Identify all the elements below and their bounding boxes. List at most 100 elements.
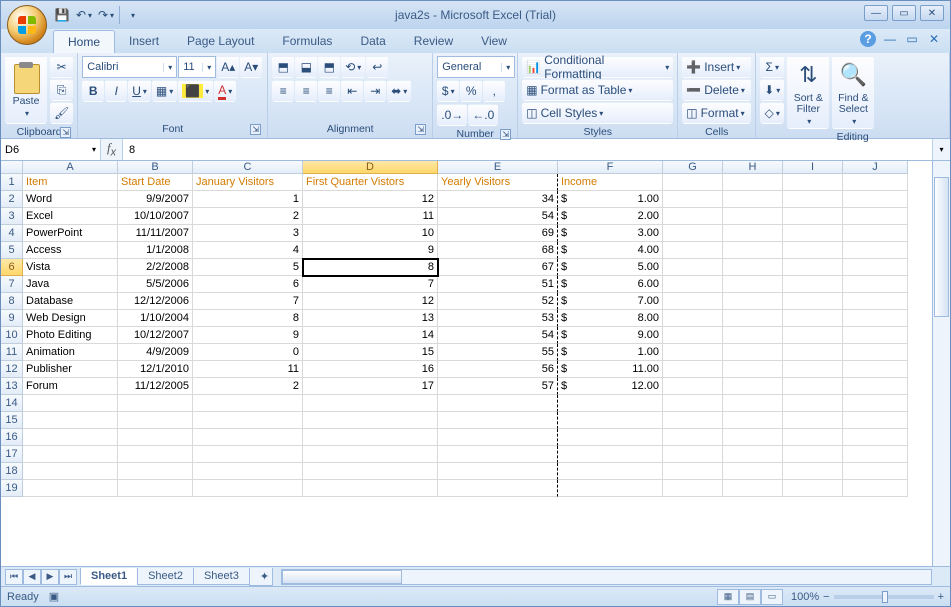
cell-G14[interactable] — [663, 395, 723, 412]
cell-F9[interactable]: $8.00 — [558, 310, 663, 327]
cell-C2[interactable]: 1 — [193, 191, 303, 208]
accounting-format-button[interactable]: $ — [437, 80, 459, 102]
cell-B14[interactable] — [118, 395, 193, 412]
cell-E15[interactable] — [438, 412, 558, 429]
cell-G18[interactable] — [663, 463, 723, 480]
cell-D7[interactable]: 7 — [303, 276, 438, 293]
cell-H12[interactable] — [723, 361, 783, 378]
sort-filter-button[interactable]: ⇅ Sort & Filter — [787, 56, 829, 129]
cell-J14[interactable] — [843, 395, 908, 412]
fill-button[interactable]: ⬇ — [760, 79, 784, 101]
cell-H19[interactable] — [723, 480, 783, 497]
row-header-5[interactable]: 5 — [1, 242, 23, 259]
cell-B15[interactable] — [118, 412, 193, 429]
undo-button[interactable]: ↶ — [75, 6, 93, 24]
cell-A12[interactable]: Publisher — [23, 361, 118, 378]
cell-B12[interactable]: 12/1/2010 — [118, 361, 193, 378]
cell-J6[interactable] — [843, 259, 908, 276]
align-top-button[interactable]: ⬒ — [272, 56, 294, 78]
copy-button[interactable]: ⎘ — [50, 79, 73, 101]
cell-E7[interactable]: 51 — [438, 276, 558, 293]
row-header-18[interactable]: 18 — [1, 463, 23, 480]
cell-J10[interactable] — [843, 327, 908, 344]
cell-E5[interactable]: 68 — [438, 242, 558, 259]
grow-font-button[interactable]: A▴ — [217, 56, 239, 78]
paste-button[interactable]: Paste — [5, 56, 47, 124]
alignment-dialog[interactable]: ⇲ — [415, 124, 426, 135]
cell-C12[interactable]: 11 — [193, 361, 303, 378]
cell-E6[interactable]: 67 — [438, 259, 558, 276]
col-header-A[interactable]: A — [23, 161, 118, 174]
cell-B18[interactable] — [118, 463, 193, 480]
row-header-15[interactable]: 15 — [1, 412, 23, 429]
cell-C11[interactable]: 0 — [193, 344, 303, 361]
cell-I4[interactable] — [783, 225, 843, 242]
conditional-formatting-button[interactable]: 📊 Conditional Formatting — [522, 56, 673, 78]
clipboard-dialog[interactable]: ⇲ — [60, 127, 71, 138]
cell-G19[interactable] — [663, 480, 723, 497]
wrap-text-button[interactable]: ↩ — [366, 56, 388, 78]
page-break-view-button[interactable]: ▭ — [761, 589, 783, 605]
cell-H15[interactable] — [723, 412, 783, 429]
cell-I10[interactable] — [783, 327, 843, 344]
cell-B2[interactable]: 9/9/2007 — [118, 191, 193, 208]
cell-F3[interactable]: $2.00 — [558, 208, 663, 225]
redo-button[interactable]: ↷ — [97, 6, 115, 24]
row-header-12[interactable]: 12 — [1, 361, 23, 378]
cell-A18[interactable] — [23, 463, 118, 480]
horizontal-scrollbar[interactable] — [281, 569, 932, 585]
cell-H5[interactable] — [723, 242, 783, 259]
cell-B3[interactable]: 10/10/2007 — [118, 208, 193, 225]
format-as-table-button[interactable]: ▦ Format as Table — [522, 79, 673, 101]
cell-G7[interactable] — [663, 276, 723, 293]
cell-B10[interactable]: 10/12/2007 — [118, 327, 193, 344]
office-button[interactable] — [7, 5, 47, 45]
row-header-4[interactable]: 4 — [1, 225, 23, 242]
cell-G12[interactable] — [663, 361, 723, 378]
align-middle-button[interactable]: ⬓ — [295, 56, 317, 78]
cell-D13[interactable]: 17 — [303, 378, 438, 395]
cell-J16[interactable] — [843, 429, 908, 446]
cell-I17[interactable] — [783, 446, 843, 463]
cell-E11[interactable]: 55 — [438, 344, 558, 361]
cell-I8[interactable] — [783, 293, 843, 310]
zoom-level[interactable]: 100% — [791, 591, 819, 603]
cell-I14[interactable] — [783, 395, 843, 412]
cell-J17[interactable] — [843, 446, 908, 463]
cell-C19[interactable] — [193, 480, 303, 497]
cell-A7[interactable]: Java — [23, 276, 118, 293]
cell-H16[interactable] — [723, 429, 783, 446]
name-box[interactable]: D6▾ — [1, 139, 101, 160]
qat-customize[interactable]: ▾ — [124, 6, 142, 24]
cell-B16[interactable] — [118, 429, 193, 446]
cell-G6[interactable] — [663, 259, 723, 276]
cell-B8[interactable]: 12/12/2006 — [118, 293, 193, 310]
col-header-J[interactable]: J — [843, 161, 908, 174]
cell-A14[interactable] — [23, 395, 118, 412]
cell-D12[interactable]: 16 — [303, 361, 438, 378]
new-sheet-button[interactable]: ✦ — [249, 568, 273, 586]
cell-D11[interactable]: 15 — [303, 344, 438, 361]
cell-I19[interactable] — [783, 480, 843, 497]
cell-I2[interactable] — [783, 191, 843, 208]
cell-H1[interactable] — [723, 174, 783, 191]
row-header-8[interactable]: 8 — [1, 293, 23, 310]
row-header-10[interactable]: 10 — [1, 327, 23, 344]
cell-D10[interactable]: 14 — [303, 327, 438, 344]
cell-J13[interactable] — [843, 378, 908, 395]
cell-B1[interactable]: Start Date — [118, 174, 193, 191]
help-button[interactable]: ? — [860, 31, 876, 47]
font-size-combo[interactable]: 11▾ — [178, 56, 216, 78]
cell-J9[interactable] — [843, 310, 908, 327]
cell-F18[interactable] — [558, 463, 663, 480]
decrease-decimal-button[interactable]: ←.0 — [468, 104, 498, 126]
cell-I3[interactable] — [783, 208, 843, 225]
cell-E16[interactable] — [438, 429, 558, 446]
cell-D1[interactable]: First Quarter Vistors — [303, 174, 438, 191]
cell-D17[interactable] — [303, 446, 438, 463]
cell-E13[interactable]: 57 — [438, 378, 558, 395]
cell-C14[interactable] — [193, 395, 303, 412]
cell-B19[interactable] — [118, 480, 193, 497]
cell-G1[interactable] — [663, 174, 723, 191]
minimize-ribbon-button[interactable]: — — [882, 31, 898, 47]
